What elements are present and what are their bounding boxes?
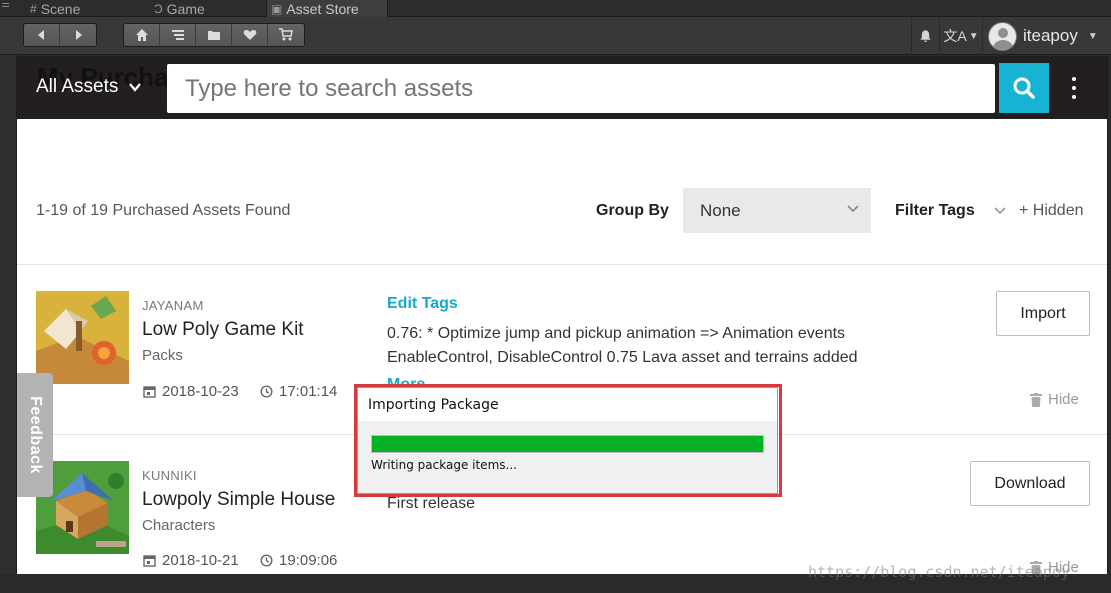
progress-bar <box>371 435 764 453</box>
results-summary: 1-19 of 19 Purchased Assets Found <box>36 202 291 219</box>
cart-icon <box>279 28 293 41</box>
asset-date: 2018-10-23 <box>143 383 239 400</box>
search-button[interactable] <box>999 63 1049 113</box>
calendar-icon <box>143 555 156 567</box>
asset-time: 19:09:06 <box>260 552 337 569</box>
clock-icon <box>260 385 273 398</box>
tab-game-label: Game <box>166 0 205 17</box>
bell-icon <box>920 30 931 43</box>
category-label: All Assets <box>36 76 119 97</box>
asset-store-toolbar: 文A ▼ iteapoy ▼ <box>0 17 1111 55</box>
scene-icon: # <box>30 1 37 16</box>
asset-title[interactable]: Low Poly Game Kit <box>142 319 304 341</box>
asset-publisher[interactable]: JAYANAM <box>142 298 204 313</box>
toolbar-right: 文A ▼ iteapoy ▼ <box>911 17 1098 55</box>
asset-category[interactable]: Characters <box>142 517 215 534</box>
group-by-label: Group By <box>596 202 669 219</box>
forward-button[interactable] <box>60 24 96 46</box>
caret-down-icon: ▼ <box>968 30 979 42</box>
list-icon <box>171 30 184 40</box>
asset-title[interactable]: Lowpoly Simple House <box>142 489 335 511</box>
group-by-value: None <box>700 200 741 220</box>
more-options-icon[interactable] <box>1065 76 1083 100</box>
edit-tags-link[interactable]: Edit Tags <box>387 295 458 313</box>
asset-date-value: 2018-10-23 <box>162 383 239 400</box>
asset-date: 2018-10-21 <box>143 552 239 569</box>
user-menu[interactable]: iteapoy ▼ <box>983 17 1098 55</box>
tab-scene[interactable]: # Scene <box>26 0 88 17</box>
game-icon: Ɔ <box>154 1 163 16</box>
calendar-icon <box>143 386 156 398</box>
hide-label: Hide <box>1048 391 1079 408</box>
folder-icon <box>207 31 220 40</box>
notifications-button[interactable] <box>912 17 939 55</box>
progress-status: Writing package items... <box>371 458 517 472</box>
home-icon <box>135 29 148 41</box>
dialog-title: Importing Package <box>358 388 777 421</box>
asset-time-value: 19:09:06 <box>279 552 338 569</box>
arrow-left-icon <box>37 30 44 40</box>
category-dropdown[interactable]: All Assets <box>36 76 142 98</box>
store-button-group <box>123 23 305 47</box>
trash-icon <box>1030 392 1042 407</box>
home-button[interactable] <box>124 24 160 46</box>
low-poly-kit-image <box>36 291 129 384</box>
progress-fill <box>372 436 763 452</box>
hide-asset-link[interactable]: Hide <box>1030 391 1079 408</box>
nav-button-group <box>23 23 97 47</box>
download-button[interactable]: Download <box>970 461 1090 506</box>
asset-publisher[interactable]: KUNNIKI <box>142 468 197 483</box>
release-notes-line: EnableControl, DisableControl 0.75 Lava … <box>387 349 858 366</box>
asset-time-value: 17:01:14 <box>279 383 338 400</box>
folder-button[interactable] <box>196 24 232 46</box>
left-edge-strip <box>0 17 17 593</box>
import-button[interactable]: Import <box>996 291 1090 336</box>
tab-scene-label: Scene <box>40 0 81 17</box>
wishlist-button[interactable] <box>232 24 268 46</box>
back-button[interactable] <box>24 24 60 46</box>
divider <box>17 264 1107 265</box>
chevron-down-icon <box>847 202 859 217</box>
asset-date-value: 2018-10-21 <box>162 552 239 569</box>
release-notes-line: 0.76: * Optimize jump and pickup animati… <box>387 325 846 342</box>
release-notes: 0.76: * Optimize jump and pickup animati… <box>387 322 858 370</box>
cart-button[interactable] <box>268 24 304 46</box>
dialog-body: Writing package items... <box>358 421 777 472</box>
search-icon <box>1013 77 1035 99</box>
asset-category[interactable]: Packs <box>142 347 183 364</box>
store-header: My Purcha All Assets Type here to search… <box>17 56 1107 119</box>
chevron-down-icon[interactable] <box>994 204 1006 219</box>
asset-store-icon: ▣ <box>271 1 283 16</box>
clock-icon <box>260 554 273 567</box>
avatar <box>988 21 1017 51</box>
list-button[interactable] <box>160 24 196 46</box>
feedback-label: Feedback <box>27 396 44 474</box>
tab-game[interactable]: Ɔ Game <box>150 0 213 17</box>
username: iteapoy <box>1023 26 1078 45</box>
watermark: https://blog.csdn.net/iteapoy <box>808 563 1070 581</box>
editor-tab-bar: # Scene Ɔ Game ▣ Asset Store <box>0 0 1111 17</box>
arrow-right-icon <box>76 30 82 40</box>
filter-tags-label[interactable]: Filter Tags <box>895 202 975 220</box>
chevron-down-icon <box>129 83 142 92</box>
importing-package-dialog: Importing Package Writing package items.… <box>357 387 778 494</box>
tab-asset-store[interactable]: ▣ Asset Store <box>266 0 388 17</box>
search-placeholder: Type here to search assets <box>185 74 474 102</box>
tab-asset-store-label: Asset Store <box>286 0 359 17</box>
search-input[interactable]: Type here to search assets <box>167 64 995 113</box>
asset-time: 17:01:14 <box>260 383 337 400</box>
group-by-select[interactable]: None <box>683 188 871 233</box>
heart-icon <box>243 30 256 40</box>
feedback-tab[interactable]: Feedback <box>17 373 53 497</box>
show-hidden-link[interactable]: + Hidden <box>1019 202 1084 220</box>
tab-menu-icon[interactable] <box>2 3 10 13</box>
language-button[interactable]: 文A ▼ <box>940 17 982 55</box>
caret-down-icon: ▼ <box>1087 30 1098 42</box>
translate-icon: 文A <box>943 28 967 44</box>
asset-thumbnail[interactable] <box>36 291 129 384</box>
